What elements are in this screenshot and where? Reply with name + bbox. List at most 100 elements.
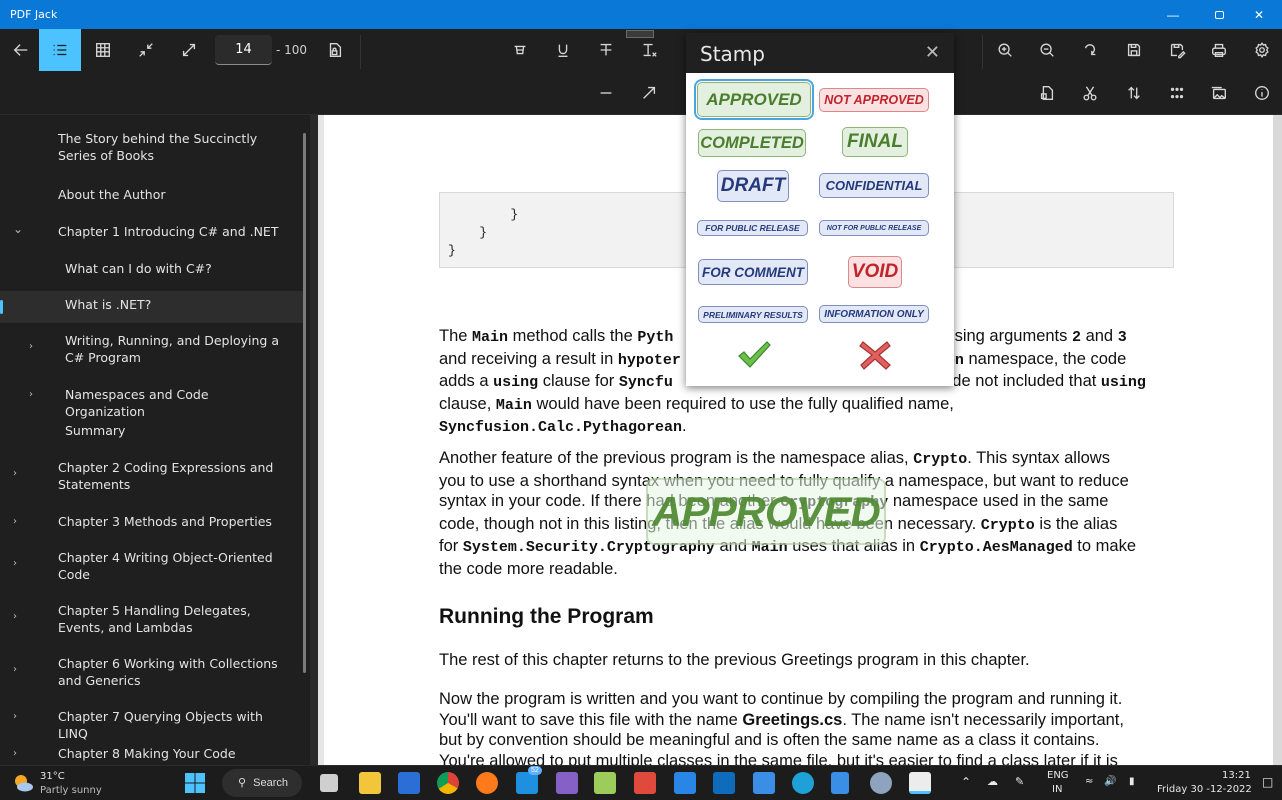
sidebar-item[interactable]: Summary: [0, 417, 304, 449]
start-button[interactable]: [185, 773, 205, 793]
clock-date[interactable]: Friday 30 -12-2022: [1157, 784, 1252, 795]
mail-app-icon[interactable]: 52: [516, 766, 542, 794]
task-view-icon[interactable]: [320, 774, 338, 792]
language-top[interactable]: ENG: [1047, 770, 1069, 781]
chevron-right-icon[interactable]: ›: [13, 746, 17, 763]
back-button[interactable]: [0, 29, 42, 71]
sidebar-item[interactable]: › Chapter 2 Coding Expressions and Statem…: [0, 454, 304, 496]
sidebar-item[interactable]: About the Author: [0, 181, 304, 213]
fit-page-button[interactable]: [125, 29, 167, 71]
sidebar-item[interactable]: › Chapter 6 Working with Collections and …: [0, 650, 304, 692]
notifications-icon[interactable]: □: [1262, 775, 1273, 789]
chevron-right-icon[interactable]: ›: [13, 556, 17, 573]
chevron-right-icon[interactable]: ›: [13, 709, 17, 726]
chevron-right-icon[interactable]: ›: [13, 466, 17, 483]
language-bottom[interactable]: IN: [1052, 784, 1062, 795]
info-button[interactable]: [1241, 72, 1282, 114]
print-button[interactable]: [1198, 29, 1240, 71]
firefox-icon[interactable]: [476, 772, 498, 794]
stamp-preliminary-results[interactable]: PRELIMINARY RESULTS: [698, 306, 808, 323]
wifi-icon[interactable]: ≈: [1085, 776, 1093, 787]
outlook-icon[interactable]: [713, 772, 735, 794]
snipping-tool-icon[interactable]: [634, 772, 656, 794]
sidebar-item[interactable]: What can I do with C#?: [0, 255, 304, 287]
chrome-icon[interactable]: [437, 772, 459, 794]
stamp-approved[interactable]: APPROVED: [694, 79, 814, 120]
organize-pages-button[interactable]: [1156, 72, 1198, 114]
thumbnails-toggle[interactable]: [82, 29, 124, 71]
sidebar-item[interactable]: › Namespaces and Code Organization: [0, 381, 304, 419]
save-button[interactable]: [1113, 29, 1155, 71]
cross-stamp-button[interactable]: [858, 339, 892, 371]
sidebar-scrollbar[interactable]: [303, 133, 306, 673]
sidebar-item[interactable]: The Story behind the Succinctly Series o…: [0, 125, 304, 167]
chevron-right-icon[interactable]: ›: [13, 609, 17, 626]
cut-button[interactable]: [1069, 72, 1111, 114]
taskbar-search[interactable]: ⚲ Search: [222, 769, 302, 797]
fit-width-button[interactable]: [168, 29, 210, 71]
zoom-out-button[interactable]: [1026, 29, 1068, 71]
rotate-button[interactable]: [1069, 29, 1111, 71]
settings-button[interactable]: [1241, 29, 1282, 71]
stamp-not-approved[interactable]: NOT APPROVED: [819, 88, 929, 112]
chevron-right-icon[interactable]: ›: [29, 387, 33, 404]
line-tool-button[interactable]: [585, 72, 627, 114]
stamp-final[interactable]: FINAL: [842, 127, 908, 157]
highlight-button[interactable]: [499, 29, 541, 71]
battery-icon[interactable]: ▮: [1129, 776, 1135, 787]
protect-button[interactable]: [1026, 72, 1068, 114]
settings-app-icon[interactable]: [870, 772, 892, 794]
clock-time[interactable]: 13:21: [1222, 770, 1251, 781]
weather-icon[interactable]: [12, 773, 34, 793]
sidebar-item[interactable]: What is .NET?: [0, 291, 304, 323]
clear-format-button[interactable]: [628, 29, 670, 71]
strikethrough-button[interactable]: [585, 29, 627, 71]
save-as-button[interactable]: [1156, 29, 1198, 71]
stamp-draft[interactable]: DRAFT: [717, 170, 789, 202]
insert-image-button[interactable]: [1198, 72, 1240, 114]
pdf-jack-taskbar-icon[interactable]: [909, 772, 931, 794]
stamp-information-only[interactable]: INFORMATION ONLY: [819, 305, 929, 323]
chevron-right-icon[interactable]: ›: [29, 339, 33, 356]
todo-icon[interactable]: [674, 772, 696, 794]
sidebar-item[interactable]: › Chapter 4 Writing Object-Oriented Code: [0, 544, 304, 586]
pen-icon[interactable]: ✎: [1015, 775, 1024, 788]
placed-approved-stamp[interactable]: APPROVED: [646, 478, 886, 545]
chevron-right-icon[interactable]: ›: [13, 514, 17, 531]
dev-tool-icon[interactable]: [753, 772, 775, 794]
document-scrollbar[interactable]: [1273, 115, 1282, 765]
stamp-completed[interactable]: COMPLETED: [698, 129, 806, 157]
onedrive-icon[interactable]: ☁: [987, 775, 998, 788]
microsoft-store-icon[interactable]: [398, 772, 420, 794]
underline-button[interactable]: [542, 29, 584, 71]
close-button[interactable]: ✕: [1236, 0, 1282, 29]
stamp-not-for-public-release[interactable]: NOT FOR PUBLIC RELEASE: [819, 220, 929, 236]
zoom-in-button[interactable]: [984, 29, 1026, 71]
sidebar-item[interactable]: › Chapter 7 Querying Objects with LINQ: [0, 703, 304, 741]
minimize-button[interactable]: —: [1150, 0, 1196, 29]
arrow-tool-button[interactable]: [628, 72, 670, 114]
stamp-for-public-release[interactable]: FOR PUBLIC RELEASE: [697, 220, 808, 236]
chevron-down-icon[interactable]: ⌄: [13, 221, 23, 238]
page-number-input[interactable]: 14: [215, 35, 272, 65]
lock-document-button[interactable]: [314, 29, 356, 71]
edge-icon[interactable]: [792, 772, 814, 794]
file-explorer-icon[interactable]: [359, 772, 381, 794]
sidebar-item[interactable]: ⌄ Chapter 1 Introducing C# and .NET: [0, 218, 304, 250]
chevron-right-icon[interactable]: ›: [13, 662, 17, 679]
stamp-void[interactable]: VOID: [848, 256, 902, 288]
stamp-panel-close-button[interactable]: ✕: [925, 42, 940, 63]
stamp-for-comment[interactable]: FOR COMMENT: [698, 259, 808, 285]
visual-studio-icon[interactable]: [556, 772, 578, 794]
sort-pages-button[interactable]: [1113, 72, 1155, 114]
checkmark-stamp-button[interactable]: [736, 339, 772, 371]
bookmarks-toggle[interactable]: [39, 29, 81, 71]
sidebar-item[interactable]: › Chapter 8 Making Your Code: [0, 740, 304, 765]
notepad-plus-icon[interactable]: [594, 772, 616, 794]
sidebar-item[interactable]: › Writing, Running, and Deploying a C# Pr…: [0, 327, 304, 369]
stamp-confidential[interactable]: CONFIDENTIAL: [819, 173, 929, 198]
sidebar-item[interactable]: › Chapter 3 Methods and Properties: [0, 508, 304, 540]
notepad-icon[interactable]: [831, 772, 849, 794]
show-hidden-icons-chevron[interactable]: ⌃: [961, 775, 971, 789]
sidebar-item[interactable]: › Chapter 5 Handling Delegates, Events, a…: [0, 597, 304, 639]
